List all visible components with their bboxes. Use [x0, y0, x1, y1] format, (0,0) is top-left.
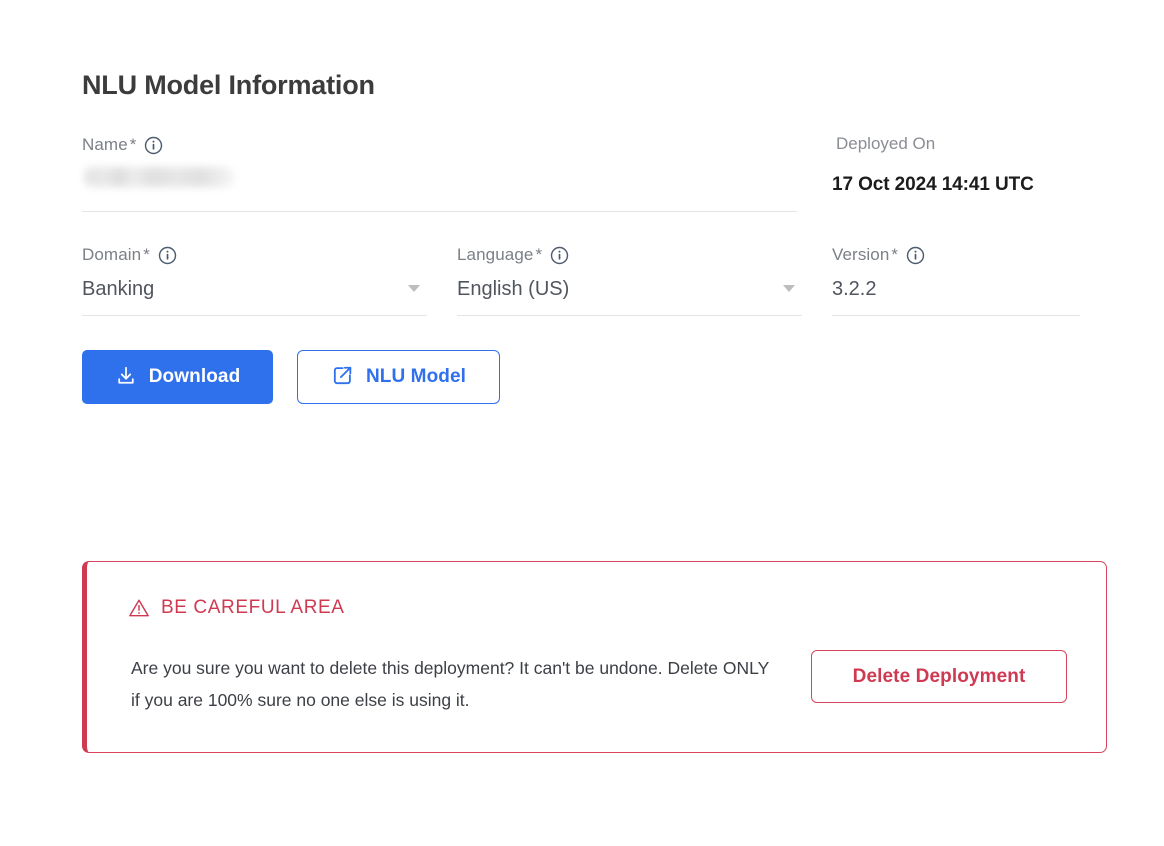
download-icon	[115, 365, 137, 390]
field-version-underline	[832, 315, 1080, 316]
danger-zone-header: BE CAREFUL AREA	[128, 597, 345, 619]
field-name-value-redacted[interactable]	[84, 167, 234, 187]
field-version-value[interactable]: 3.2.2	[832, 276, 876, 302]
field-domain-value[interactable]: Banking	[82, 276, 154, 302]
field-language-label: Language *	[457, 244, 569, 266]
field-name-underline	[82, 211, 797, 212]
field-language-label-text: Language	[457, 245, 534, 264]
field-version-label-text: Version	[832, 245, 890, 264]
danger-zone-title: BE CAREFUL AREA	[161, 597, 345, 618]
caret-down-icon[interactable]	[408, 285, 420, 292]
required-marker: *	[535, 245, 543, 264]
warning-triangle-icon	[128, 597, 150, 619]
download-button[interactable]: Download	[82, 350, 273, 404]
page-title: NLU Model Information	[82, 70, 375, 100]
nlu-model-button[interactable]: NLU Model	[297, 350, 500, 404]
download-button-label: Download	[148, 366, 241, 387]
caret-down-icon[interactable]	[783, 285, 795, 292]
delete-deployment-button[interactable]: Delete Deployment	[811, 650, 1067, 703]
danger-zone-message: Are you sure you want to delete this dep…	[131, 658, 769, 710]
field-language: Language *	[457, 244, 569, 266]
deployed-on-value: 17 Oct 2024 14:41 UTC	[832, 174, 1034, 195]
field-version: Version *	[832, 244, 925, 266]
info-circle-icon[interactable]	[158, 246, 177, 265]
field-domain-label-text: Domain	[82, 245, 142, 264]
field-domain-underline	[82, 315, 427, 316]
required-marker: *	[891, 245, 899, 264]
deployed-on-label: Deployed On	[836, 134, 936, 153]
info-circle-icon[interactable]	[906, 246, 925, 265]
external-link-icon	[331, 364, 354, 390]
required-marker: *	[129, 135, 137, 154]
info-circle-icon[interactable]	[144, 136, 163, 155]
field-domain: Domain *	[82, 244, 177, 266]
field-domain-label: Domain *	[82, 244, 177, 266]
field-version-label: Version *	[832, 244, 925, 266]
field-name-label-text: Name	[82, 135, 128, 154]
nlu-model-button-label: NLU Model	[365, 366, 467, 387]
field-name: Name *	[82, 134, 163, 156]
nlu-model-information-page: NLU Model Information Name * Domain * Ba…	[0, 0, 1164, 846]
field-name-label: Name *	[82, 134, 163, 156]
field-language-value[interactable]: English (US)	[457, 276, 569, 302]
danger-zone-panel: BE CAREFUL AREA Are you sure you want to…	[82, 561, 1107, 753]
required-marker: *	[143, 245, 150, 264]
field-language-underline	[457, 315, 802, 316]
info-circle-icon[interactable]	[550, 246, 569, 265]
